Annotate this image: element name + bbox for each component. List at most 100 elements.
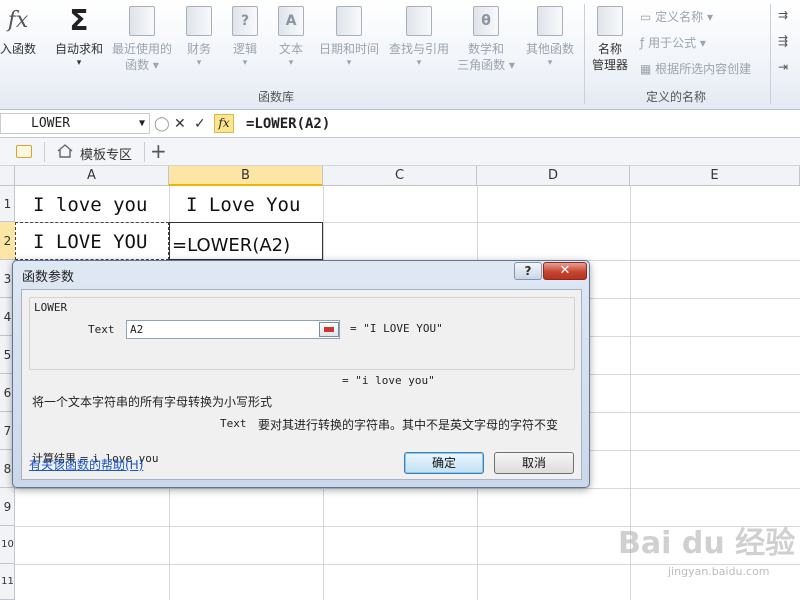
tag-icon: ▭ (640, 10, 652, 24)
ribbon-separator (584, 4, 585, 104)
grid-line (15, 488, 800, 489)
math-trig-button[interactable]: θ 数学和 三角函数 ▾ (456, 4, 516, 78)
chevron-down-icon: ▾ (196, 58, 202, 68)
function-library-group-label: 函数库 (258, 90, 295, 104)
tab-template-zone[interactable]: 模板专区 (80, 144, 132, 163)
watermark-url: jingyan.baidu.com (668, 565, 770, 578)
function-help-link[interactable]: 有关该函数的帮助(H) (29, 456, 143, 473)
chevron-down-icon[interactable]: ▼ (139, 114, 145, 133)
chevron-down-icon: ▾ (416, 58, 422, 68)
books-icon (537, 6, 563, 36)
add-tab-icon[interactable]: + (150, 140, 167, 162)
arg-description: 要对其进行转换的字符串。其中不是英文字母的字符不变 (258, 418, 559, 432)
column-header-c[interactable]: C (323, 166, 477, 186)
create-from-selection-button[interactable]: ▦ 根据所选内容创建 (640, 60, 751, 77)
financial-label: 财务 (186, 42, 211, 56)
math-trig-label: 数学和 (467, 42, 504, 56)
help-icon[interactable]: ? (514, 262, 542, 280)
collapse-dialog-icon[interactable] (319, 322, 339, 337)
text-functions-label: 文本 (278, 42, 303, 56)
cancel-button[interactable]: 取消 (494, 452, 574, 474)
trace-precedents-icon[interactable]: ⇉ (778, 8, 788, 22)
folder-icon[interactable] (16, 145, 32, 158)
date-time-button[interactable]: 日期和时间 ▾ (316, 4, 382, 78)
formula-bar-resize-icon[interactable]: ◯ (154, 115, 170, 133)
cell-a1[interactable]: I love you (33, 194, 147, 216)
text-book-icon: A (278, 6, 304, 36)
tab-bar: 模板专区 + (0, 138, 800, 166)
define-name-button[interactable]: ▭ 定义名称 ▾ (640, 8, 713, 25)
lookup-reference-button[interactable]: 查找与引用 ▾ (386, 4, 452, 78)
column-header-d[interactable]: D (477, 166, 630, 186)
close-icon[interactable]: ✕ (543, 262, 587, 280)
column-header-b[interactable]: B (169, 166, 323, 186)
insert-function-label: 入函数 (0, 42, 36, 56)
name-manager-label2: 管理器 (591, 58, 628, 72)
autosum-button[interactable]: Σ 自动求和 ▾ (50, 4, 108, 78)
cell-b2[interactable]: =LOWER(A2) (172, 235, 290, 256)
column-header-a[interactable]: A (15, 166, 169, 186)
theta-book-icon: θ (473, 6, 499, 36)
name-manager-label: 名称 (597, 42, 622, 56)
logical-button[interactable]: ? 逻辑 ▾ (228, 4, 262, 78)
chevron-down-icon: ▾ (547, 58, 553, 68)
more-functions-button[interactable]: 其他函数 ▾ (520, 4, 580, 78)
tab-separator (144, 142, 145, 162)
home-icon (57, 144, 73, 158)
arg-description-name: Text (220, 417, 247, 430)
tab-separator (44, 142, 45, 162)
logical-label: 逻辑 (232, 42, 257, 56)
ok-button[interactable]: 确定 (404, 452, 484, 474)
cell-b1[interactable]: I Love You (186, 194, 300, 216)
select-all-corner[interactable] (0, 166, 15, 186)
row-header-9[interactable]: 9 (0, 488, 15, 526)
row-header-2[interactable]: 2 (0, 222, 15, 260)
arguments-fieldset: LOWER Text A2 = "I LOVE YOU" (29, 297, 575, 370)
formula-input[interactable]: =LOWER(A2) (246, 114, 330, 134)
function-name: LOWER (34, 301, 68, 314)
column-header-e[interactable]: E (630, 166, 800, 186)
grid-icon: ▦ (640, 62, 652, 76)
insert-function-button[interactable]: fx 入函数 (0, 4, 40, 78)
row-header-1[interactable]: 1 (0, 186, 15, 222)
book-icon (186, 6, 212, 36)
use-in-formula-button[interactable]: ƒ 用于公式 ▾ (640, 34, 706, 51)
name-manager-button[interactable]: 名称 管理器 (588, 4, 632, 78)
ribbon: fx 入函数 Σ 自动求和 ▾ 最近使用的 函数 ▾ 财务 ▾ ? 逻辑 ▾ A… (0, 0, 800, 110)
column-headers: A B C D E (0, 166, 800, 186)
name-box[interactable]: LOWER ▼ (0, 113, 150, 134)
define-name-label: 定义名称 (655, 10, 704, 24)
trace-dependents-icon[interactable]: ⇶ (778, 34, 788, 48)
row-header-10[interactable]: 10 (0, 526, 15, 564)
create-from-selection-label: 根据所选内容创建 (655, 62, 752, 76)
financial-button[interactable]: 财务 ▾ (182, 4, 216, 78)
chevron-down-icon: ▾ (346, 58, 352, 68)
confirm-formula-icon[interactable]: ✓ (194, 115, 206, 133)
autosum-label: 自动求和 (54, 42, 103, 56)
remove-arrows-icon[interactable]: ⇥ (778, 60, 788, 74)
defined-names-group-label: 定义的名称 (646, 90, 707, 104)
function-description: 将一个文本字符串的所有字母转换为小写形式 (32, 395, 273, 409)
chevron-down-icon: ▾ (76, 58, 82, 68)
recent-functions-button[interactable]: 最近使用的 函数 ▾ (110, 4, 174, 78)
ribbon-separator (770, 4, 771, 104)
use-in-formula-label: 用于公式 (648, 36, 697, 50)
text-argument-input[interactable]: A2 (126, 320, 340, 339)
insert-function-fx-button[interactable]: fx (214, 114, 234, 133)
row-header-11[interactable]: 11 (0, 564, 15, 600)
recent-functions-label: 最近使用的 (111, 42, 172, 56)
date-time-label: 日期和时间 (318, 42, 379, 56)
copy-marquee-a2 (15, 222, 169, 260)
calendar-book-icon (336, 6, 362, 36)
name-box-value: LOWER (31, 116, 71, 131)
function-arguments-dialog: 函数参数 ? ✕ LOWER Text A2 = "I LOVE YOU" = … (12, 260, 590, 488)
text-functions-button[interactable]: A 文本 ▾ (274, 4, 308, 78)
formula-bar: LOWER ▼ ◯ ✕ ✓ fx =LOWER(A2) (0, 110, 800, 138)
more-functions-label: 其他函数 (525, 42, 574, 56)
fx-icon: fx (7, 8, 29, 33)
lookup-reference-label: 查找与引用 (388, 42, 449, 56)
recent-functions-label2: 函数 ▾ (125, 58, 159, 72)
math-trig-label2: 三角函数 ▾ (457, 58, 515, 72)
cancel-formula-icon[interactable]: ✕ (174, 115, 186, 133)
name-manager-icon (597, 6, 623, 36)
